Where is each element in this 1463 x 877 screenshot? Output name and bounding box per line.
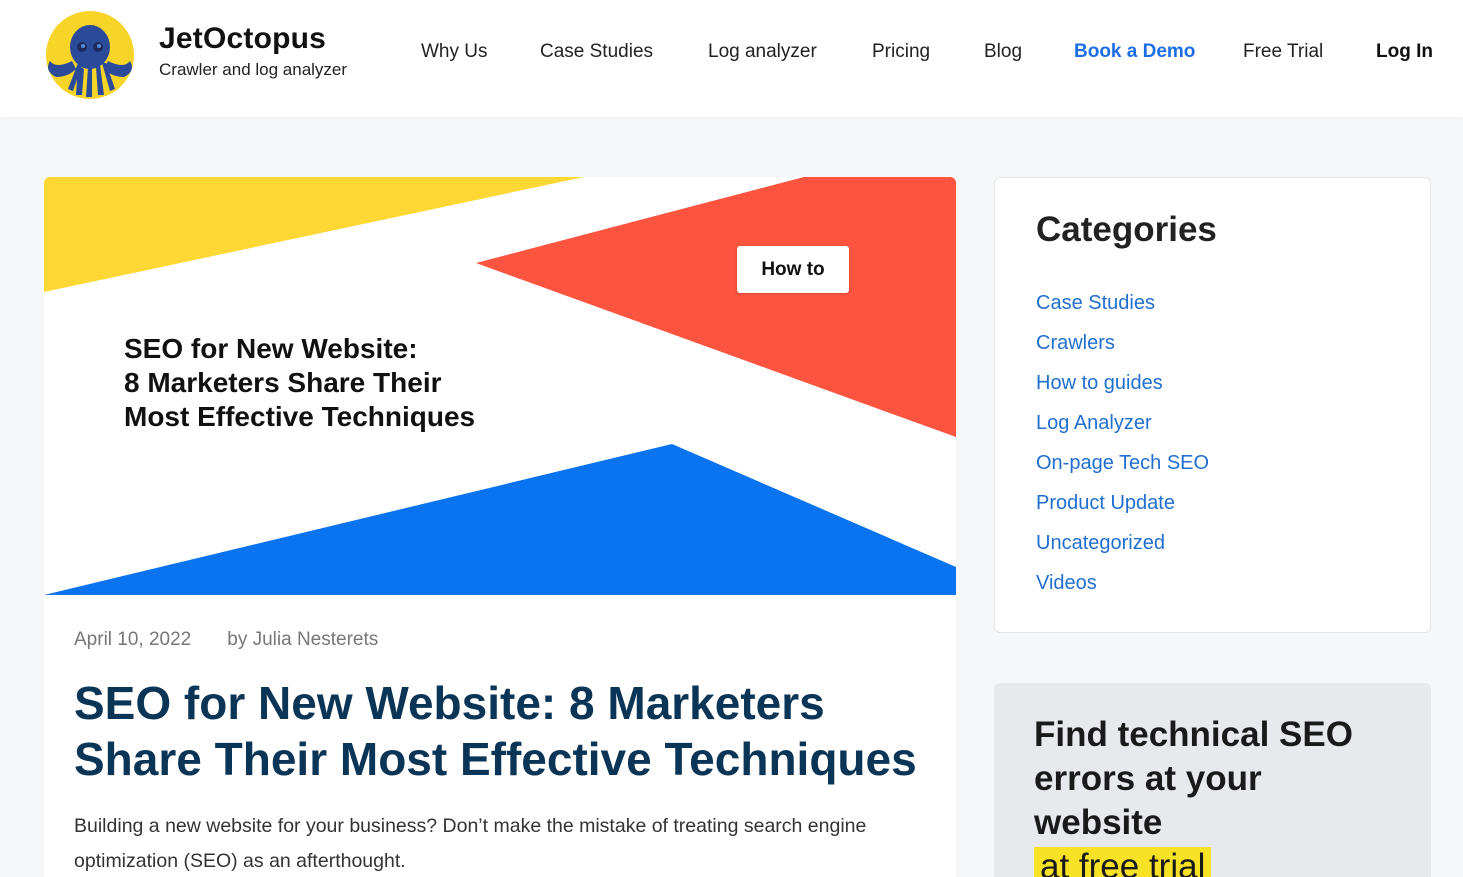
post-author[interactable]: by Julia Nesterets xyxy=(227,629,378,650)
category-link-product-update[interactable]: Product Update xyxy=(1036,492,1175,514)
category-link-crawlers[interactable]: Crawlers xyxy=(1036,332,1115,354)
category-link-on-page-tech-seo[interactable]: On-page Tech SEO xyxy=(1036,452,1209,474)
post-title-line: Share Their Most Effective Techniques xyxy=(74,733,917,785)
category-link-case-studies[interactable]: Case Studies xyxy=(1036,292,1155,314)
hero-title: SEO for New Website: 8 Marketers Share T… xyxy=(124,332,584,434)
promo-line-text: website xyxy=(1034,803,1163,842)
nav-log-analyzer[interactable]: Log analyzer xyxy=(708,41,817,63)
main-nav: Why Us Case Studies Log analyzer Pricing… xyxy=(0,41,1463,67)
nav-log-in[interactable]: Log In xyxy=(1376,41,1433,63)
nav-free-trial[interactable]: Free Trial xyxy=(1243,41,1323,63)
nav-book-a-demo[interactable]: Book a Demo xyxy=(1074,41,1195,63)
promo-line: errors at your xyxy=(1034,759,1262,798)
promo-line: Find technical SEO xyxy=(1034,715,1353,754)
promo-highlight: at free trial xyxy=(1034,847,1212,877)
hero-category-badge: How to xyxy=(737,246,849,293)
list-item: Case Studies xyxy=(1036,283,1209,323)
hero-yellow-shape xyxy=(44,177,584,292)
category-link-how-to-guides[interactable]: How to guides xyxy=(1036,372,1163,394)
hero-title-line: Most Effective Techniques xyxy=(124,401,476,432)
post-title-line: SEO for New Website: 8 Marketers xyxy=(74,677,825,729)
category-link-log-analyzer[interactable]: Log Analyzer xyxy=(1036,412,1152,434)
list-item: Uncategorized xyxy=(1036,523,1209,563)
hero-title-line: SEO for New Website: xyxy=(124,333,418,364)
post-hero-image[interactable]: How to SEO for New Website: 8 Marketers … xyxy=(44,177,956,595)
post-meta: April 10, 2022 by Julia Nesterets xyxy=(74,629,378,651)
list-item: Log Analyzer xyxy=(1036,403,1209,443)
nav-blog[interactable]: Blog xyxy=(984,41,1022,63)
category-link-videos[interactable]: Videos xyxy=(1036,572,1097,594)
post-card: How to SEO for New Website: 8 Marketers … xyxy=(44,177,956,877)
free-trial-promo: Find technical SEO errors at your websit… xyxy=(994,683,1431,877)
category-link-uncategorized[interactable]: Uncategorized xyxy=(1036,532,1165,554)
nav-why-us[interactable]: Why Us xyxy=(421,41,488,63)
site-header: JetOctopus Crawler and log analyzer Why … xyxy=(0,0,1463,117)
list-item: Videos xyxy=(1036,563,1209,603)
list-item: On-page Tech SEO xyxy=(1036,443,1209,483)
nav-case-studies[interactable]: Case Studies xyxy=(540,41,653,63)
post-date: April 10, 2022 xyxy=(74,629,192,650)
hero-title-line: 8 Marketers Share Their xyxy=(124,367,442,398)
promo-headline: Find technical SEO errors at your websit… xyxy=(1034,713,1414,877)
categories-title: Categories xyxy=(1036,210,1217,249)
nav-pricing[interactable]: Pricing xyxy=(872,41,930,63)
post-excerpt: Building a new website for your business… xyxy=(74,815,867,872)
categories-list: Case Studies Crawlers How to guides Log … xyxy=(1036,283,1209,603)
list-item: How to guides xyxy=(1036,363,1209,403)
list-item: Product Update xyxy=(1036,483,1209,523)
hero-blue-shape xyxy=(44,444,956,595)
post-title[interactable]: SEO for New Website: 8 Marketers Share T… xyxy=(74,675,944,787)
list-item: Crawlers xyxy=(1036,323,1209,363)
categories-widget: Categories Case Studies Crawlers How to … xyxy=(994,177,1431,633)
promo-line: website at free trial xyxy=(1034,801,1414,877)
